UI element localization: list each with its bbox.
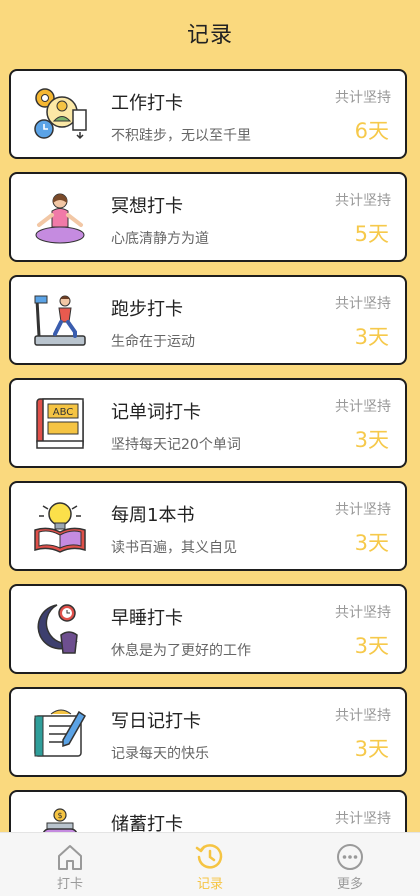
tab-records[interactable]: 记录 xyxy=(140,833,280,896)
record-card-vocabulary[interactable]: ABC 记单词打卡 坚持每天记20个单词 共计坚持 3天 xyxy=(9,378,407,468)
card-title: 工作打卡 xyxy=(111,93,183,114)
days-count: 3天 xyxy=(354,428,389,452)
record-card-meditation[interactable]: 冥想打卡 心底清静方为道 共计坚持 5天 xyxy=(9,172,407,262)
days-count: 3天 xyxy=(354,737,389,761)
tab-label: 记录 xyxy=(196,877,223,892)
tab-more[interactable]: 更多 xyxy=(280,833,420,896)
total-label: 共计坚持 xyxy=(335,811,391,827)
tab-label: 更多 xyxy=(336,877,363,892)
diary-pen-icon xyxy=(34,709,86,757)
svg-text:ABC: ABC xyxy=(53,407,74,418)
total-label: 共计坚持 xyxy=(335,605,391,621)
card-title: 记单词打卡 xyxy=(111,402,201,423)
card-description: 生命在于运动 xyxy=(111,334,195,350)
card-title: 冥想打卡 xyxy=(111,196,183,217)
moon-clock-icon xyxy=(37,604,78,654)
days-count: 3天 xyxy=(354,325,389,349)
tab-checkin[interactable]: 打卡 xyxy=(0,833,140,896)
svg-text:$: $ xyxy=(57,811,62,820)
card-description: 心底清静方为道 xyxy=(111,231,209,247)
card-description: 坚持每天记20个单词 xyxy=(111,437,241,453)
record-card-reading[interactable]: 每周1本书 读书百遍，其义自见 共计坚持 3天 xyxy=(9,481,407,571)
card-title: 早睡打卡 xyxy=(111,608,183,629)
total-label: 共计坚持 xyxy=(335,708,391,724)
days-count: 5天 xyxy=(354,222,389,246)
card-description: 记录每天的快乐 xyxy=(111,746,209,762)
days-count: 3天 xyxy=(354,634,389,658)
record-card-work[interactable]: 工作打卡 不积跬步，无以至千里 共计坚持 6天 xyxy=(9,69,407,159)
more-icon xyxy=(337,844,363,870)
record-card-running[interactable]: 跑步打卡 生命在于运动 共计坚持 3天 xyxy=(9,275,407,365)
card-title: 跑步打卡 xyxy=(111,299,183,320)
page-title: 记录 xyxy=(186,23,233,48)
total-label: 共计坚持 xyxy=(335,193,391,209)
tab-label: 打卡 xyxy=(56,877,83,892)
days-count: 6天 xyxy=(354,119,389,143)
days-count: 3天 xyxy=(354,531,389,555)
record-card-diary[interactable]: 写日记打卡 记录每天的快乐 共计坚持 3天 xyxy=(9,687,407,777)
card-description: 不积跬步，无以至千里 xyxy=(111,128,251,144)
meditation-icon xyxy=(35,193,85,244)
card-title: 每周1本书 xyxy=(111,505,195,526)
bottom-tab-bar: 打卡 记录 更多 xyxy=(0,832,420,896)
total-label: 共计坚持 xyxy=(335,399,391,415)
card-description: 读书百遍，其义自见 xyxy=(111,540,237,556)
total-label: 共计坚持 xyxy=(335,90,391,106)
page-header: 记录 xyxy=(0,0,420,66)
lightbulb-book-icon xyxy=(34,502,86,553)
total-label: 共计坚持 xyxy=(335,502,391,518)
record-card-sleep[interactable]: 早睡打卡 休息是为了更好的工作 共计坚持 3天 xyxy=(9,584,407,674)
card-description: 休息是为了更好的工作 xyxy=(111,643,251,659)
card-title: 写日记打卡 xyxy=(111,711,201,732)
treadmill-icon xyxy=(34,295,86,346)
work-icon xyxy=(34,88,87,140)
total-label: 共计坚持 xyxy=(335,296,391,312)
history-icon xyxy=(195,844,223,869)
abc-book-icon: ABC xyxy=(36,398,84,449)
home-icon xyxy=(58,845,82,870)
